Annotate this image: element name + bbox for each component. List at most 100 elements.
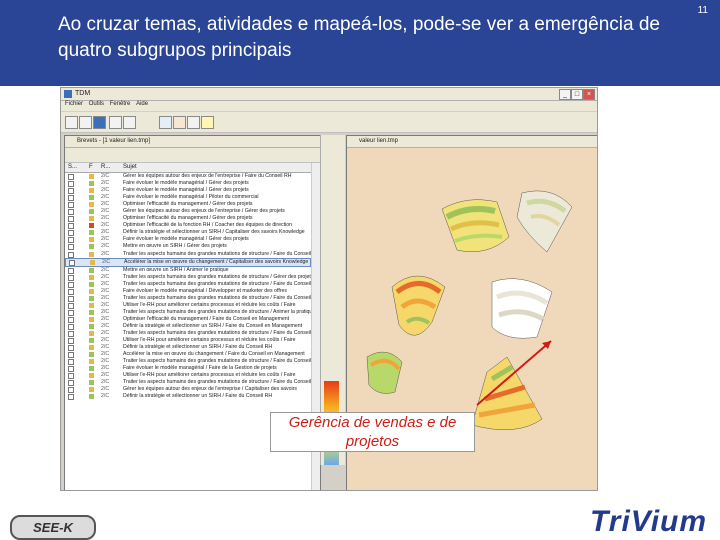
cluster-4[interactable]	[491, 278, 553, 339]
see-k-logo: SEE-K	[10, 515, 96, 540]
cluster-1[interactable]	[441, 199, 510, 253]
row-code: 2/C	[101, 351, 110, 358]
list-row[interactable]: 2/C Mettre en œuvre un SIRH / Animer le p…	[65, 267, 311, 274]
image-icon[interactable]	[173, 116, 186, 129]
list-row[interactable]: 2/C Traiter les aspects humains des grand…	[65, 309, 311, 316]
row-subject: Définir la stratégie et sélectionner un …	[123, 393, 273, 400]
row-subject: Gérer les équipes autour des enjeux de l…	[123, 173, 292, 179]
row-code: 2/C	[101, 379, 110, 386]
col-sujet[interactable]: Sujet	[123, 164, 137, 170]
row-subject: Gérer les équipes autour des enjeux de l…	[123, 386, 297, 393]
new-file-icon[interactable]	[65, 116, 78, 129]
print-icon[interactable]	[109, 116, 122, 129]
list-row[interactable]: 2/C Faire évoluer le modèle managérial / …	[65, 187, 311, 195]
row-color-marker	[89, 295, 94, 301]
list-row[interactable]: 2/C Accélérer la mise en œuvre du changem…	[65, 351, 311, 359]
slide-header: 11 Ao cruzar temas, atividades e mapeá-l…	[0, 0, 720, 86]
list-row[interactable]: 2/C Traiter les aspects humains des grand…	[65, 379, 311, 387]
list-row[interactable]: 2/C Traiter les aspects humains des grand…	[65, 295, 311, 302]
list-row[interactable]: 2/C Traiter les aspects humains des grand…	[65, 358, 311, 366]
menu-fenetre[interactable]: Fenêtre	[110, 101, 131, 107]
row-subject: Faire évoluer le modèle managérial / Gér…	[123, 180, 249, 187]
row-subject: Optimiser l'efficacité du management / G…	[123, 201, 253, 208]
menu-bar: Fichier Outils Fenêtre Aide	[61, 101, 597, 111]
row-code: 2/C	[101, 386, 110, 393]
list-row[interactable]: 2/C Optimiser l'efficacité du management …	[65, 215, 311, 223]
cluster-2[interactable]	[516, 190, 573, 253]
col-s[interactable]: S...	[68, 164, 77, 170]
menu-aide[interactable]: Aide	[136, 101, 148, 107]
row-color-marker	[89, 267, 94, 273]
row-code: 2/C	[101, 243, 110, 250]
list-row[interactable]: 2/C Utiliser l'e-RH pour améliorer certai…	[65, 302, 311, 309]
minimize-icon[interactable]: _	[559, 89, 571, 100]
settings-icon[interactable]	[187, 116, 200, 129]
list-row[interactable]: 2/C Faire évoluer le modèle managérial / …	[65, 194, 311, 202]
row-color-marker	[89, 316, 94, 322]
list-row[interactable]: 2/C Optimiser l'efficacité de la fonction…	[65, 222, 311, 230]
cluster-5[interactable]	[471, 356, 543, 430]
list-row[interactable]: 2/C Définir la stratégie et sélectionner …	[65, 229, 311, 237]
open-file-icon[interactable]	[79, 116, 92, 129]
list-row[interactable]: 2/C Faire évoluer le modèle managérial / …	[65, 365, 311, 373]
cluster-3[interactable]	[391, 275, 446, 336]
maximize-icon[interactable]: □	[571, 89, 583, 100]
list-row[interactable]: 2/C Optimiser l'efficacité du management …	[65, 316, 311, 323]
list-row[interactable]: 2/C Utiliser l'e-RH pour améliorer certai…	[65, 337, 311, 345]
row-subject: Utiliser l'e-RH pour améliorer certains …	[123, 372, 296, 379]
row-checkbox[interactable]	[69, 259, 75, 266]
list-row[interactable]: 2/C Optimiser l'efficacité du management …	[65, 201, 311, 209]
list-row[interactable]: 2/C Définir la stratégie et sélectionner …	[65, 393, 311, 401]
row-subject: Traiter les aspects humains des grandes …	[123, 330, 311, 337]
row-color-marker	[89, 323, 94, 329]
row-subject: Faire évoluer le modèle managérial / Fai…	[123, 365, 277, 372]
row-subject: Utiliser l'e-RH pour améliorer certains …	[123, 337, 296, 344]
export-icon[interactable]	[123, 116, 136, 129]
close-icon[interactable]: ×	[583, 89, 595, 100]
row-subject: Accélérer la mise en œuvre du changement…	[123, 351, 305, 358]
menu-outils[interactable]: Outils	[89, 101, 104, 107]
cluster-6[interactable]	[366, 351, 403, 394]
row-subject: Utiliser l'e-RH pour améliorer certains …	[123, 301, 296, 308]
list-row[interactable]: 2/C Gérer les équipes autour des enjeux d…	[65, 386, 311, 394]
list-row[interactable]: 2/C Traiter les aspects humains des grand…	[65, 281, 311, 288]
cluster-label: Gerência de vendas e de projetos	[270, 412, 475, 452]
row-checkbox[interactable]	[68, 394, 74, 401]
list-row[interactable]: 2/C Faire évoluer le modèle managérial / …	[65, 180, 311, 188]
col-r[interactable]: R...	[101, 164, 110, 170]
row-code: 2/C	[101, 393, 110, 400]
list-row[interactable]: 2/C Traiter les aspects humains des grand…	[65, 274, 311, 281]
list-row[interactable]: 2/C Traiter les aspects humains des grand…	[65, 251, 311, 258]
row-code: 2/C	[101, 301, 110, 308]
row-code: 2/C	[101, 315, 110, 322]
row-color-marker	[89, 345, 94, 351]
menu-fichier[interactable]: Fichier	[65, 101, 83, 107]
tool-icon[interactable]	[159, 116, 172, 129]
row-color-marker	[89, 223, 94, 229]
row-color-marker	[89, 302, 94, 308]
app-titlebar: TDM _ □ ×	[61, 88, 597, 101]
list-row[interactable]: 2/C Faire évoluer le modèle managérial / …	[65, 236, 311, 244]
list-row[interactable]: 2/C Utiliser l'e-RH pour améliorer certai…	[65, 372, 311, 380]
list-row[interactable]: 2/C Mettre en œuvre un SIRH / Gérer des p…	[65, 243, 311, 251]
row-code: 2/C	[101, 337, 110, 344]
list-row[interactable]: 2/C Définir la stratégie et sélectionner …	[65, 344, 311, 352]
row-code: 2/C	[101, 201, 110, 208]
row-subject: Faire évoluer le modèle managérial / Dév…	[123, 287, 287, 294]
list-row[interactable]: 2/C Accélérer la mise en œuvre du changem…	[65, 257, 311, 267]
slide-title: Ao cruzar temas, atividades e mapeá-los,…	[58, 14, 660, 61]
lightbulb-icon[interactable]	[201, 116, 214, 129]
list-row[interactable]: 2/C Gérer les équipes autour des enjeux d…	[65, 208, 311, 216]
list-row[interactable]: 2/C Faire évoluer le modèle managérial / …	[65, 288, 311, 295]
row-color-marker	[89, 244, 94, 250]
save-icon[interactable]	[93, 116, 106, 129]
col-f[interactable]: F	[89, 164, 93, 170]
row-color-marker	[89, 174, 94, 179]
list-window-titlebar: Brevets - [1 valeur lien.tmp]	[65, 136, 320, 148]
app-icon	[64, 90, 72, 98]
row-subject: Optimiser l'efficacité du management / F…	[123, 315, 290, 322]
list-row[interactable]: 2/C Traiter les aspects humains des grand…	[65, 330, 311, 338]
row-subject: Traiter les aspects humains des grandes …	[123, 308, 311, 315]
list-row[interactable]: 2/C Définir la stratégie et sélectionner …	[65, 323, 311, 330]
list-row[interactable]: 2/C Gérer les équipes autour des enjeux d…	[65, 173, 311, 180]
